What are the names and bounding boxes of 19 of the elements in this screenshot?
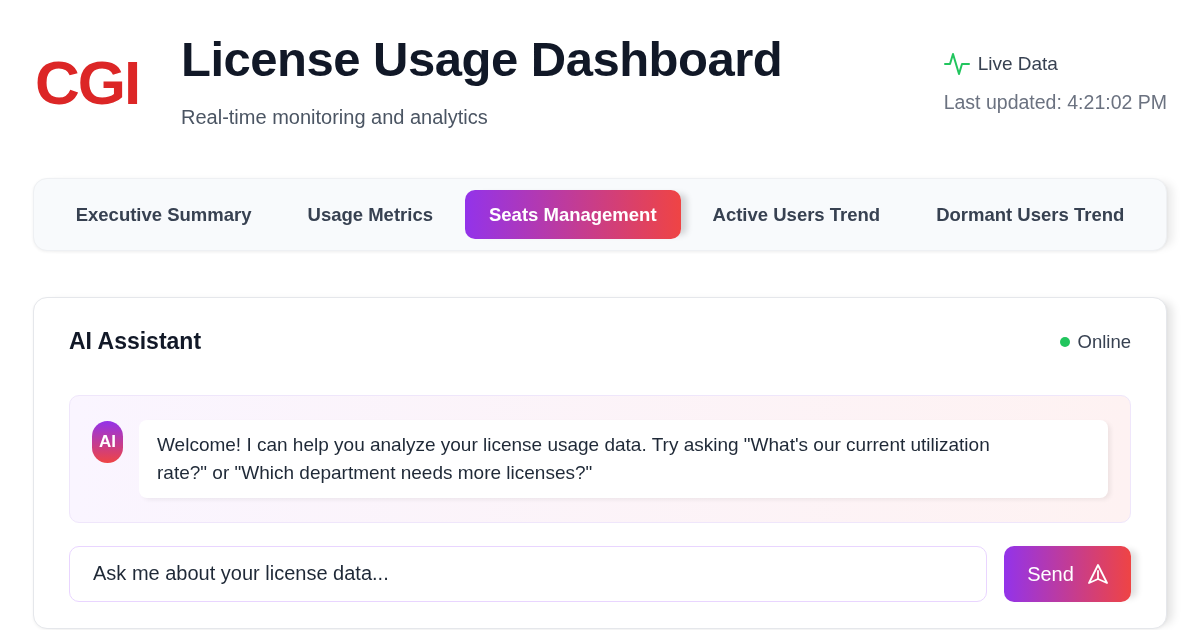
chat-message: Welcome! I can help you analyze your license usage data. Try asking "What's our current utilization rate?" or "Which department needs more licenses?": [139, 419, 1108, 498]
tab[interactable]: Usage Metrics: [283, 190, 457, 239]
last-updated-text: Last updated: 4:21:02 PM: [943, 89, 1167, 115]
panel-title: AI Assistant: [69, 328, 202, 356]
tab[interactable]: Active Users Trend: [688, 190, 905, 239]
message-input-field[interactable]: Ask me about your license data...: [69, 545, 987, 602]
send-button[interactable]: Send: [1004, 545, 1131, 602]
page-subtitle: Real-time monitoring and analytics: [181, 105, 489, 131]
status-dot-icon: [1059, 336, 1070, 347]
assistant-avatar: AI: [92, 420, 123, 463]
tab[interactable]: Seats Management: [464, 190, 681, 239]
tab[interactable]: Executive Summary: [51, 190, 276, 239]
company-logo: CGI: [35, 52, 141, 114]
live-data-label: Live Data: [977, 52, 1058, 76]
tab[interactable]: Dormant Users Trend: [912, 190, 1149, 239]
pulse-line-icon: [943, 52, 970, 77]
status-label: Online: [1077, 330, 1131, 354]
page-title: License Usage Dashboard: [181, 34, 784, 86]
send-icon: [1087, 563, 1108, 584]
